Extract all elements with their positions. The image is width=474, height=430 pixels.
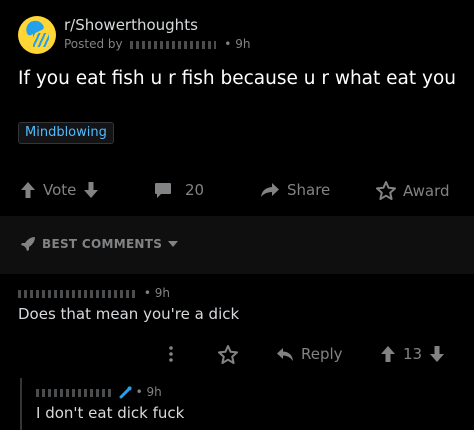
post-title[interactable]: If you eat fish u r fish because u r wha… <box>18 66 458 92</box>
comments-count: 20 <box>185 181 205 199</box>
upvote-icon[interactable] <box>380 345 396 363</box>
upvote-icon[interactable] <box>20 181 36 199</box>
comment-icon <box>155 182 171 198</box>
post-flair[interactable]: Mindblowing <box>18 122 114 144</box>
rocket-icon <box>21 237 35 251</box>
comment-sort-dropdown[interactable]: BEST COMMENTS <box>20 236 179 252</box>
reply-meta: • 9h <box>36 385 162 400</box>
share-label: Share <box>287 181 331 199</box>
reply-body: I don't eat dick fuck <box>36 404 185 422</box>
comment-award-button[interactable] <box>218 345 238 364</box>
post-header: r/Showerthoughts Posted by • 9h <box>18 14 458 56</box>
award-icon <box>376 181 396 200</box>
author-redacted[interactable] <box>130 40 217 49</box>
award-button[interactable]: Award <box>376 181 450 200</box>
downvote-icon[interactable] <box>429 345 445 363</box>
reply-author-redacted[interactable] <box>36 388 112 397</box>
subreddit-name[interactable]: r/Showerthoughts <box>64 16 198 34</box>
more-options-button[interactable] <box>168 345 174 363</box>
award-icon <box>218 345 238 364</box>
reply-label: Reply <box>301 345 343 363</box>
comment-body: Does that mean you're a dick <box>18 305 240 323</box>
posted-by: Posted by • 9h <box>64 37 250 51</box>
subreddit-avatar[interactable] <box>18 16 56 54</box>
thread-line[interactable] <box>20 378 22 430</box>
comment-author-redacted[interactable] <box>18 289 136 298</box>
more-vertical-icon <box>169 346 173 362</box>
post-action-bar: Vote 20 Share Award <box>0 170 474 210</box>
post-age: • 9h <box>224 37 251 51</box>
reply-icon <box>277 347 293 361</box>
reply-age: • 9h <box>135 385 162 399</box>
comments-button[interactable]: 20 <box>154 181 204 199</box>
comment-score: 13 <box>403 345 423 363</box>
posted-by-prefix: Posted by <box>64 37 123 51</box>
wrench-icon <box>119 386 132 398</box>
share-button[interactable]: Share <box>260 181 330 199</box>
reply-button[interactable]: Reply <box>276 345 343 363</box>
comment-age: • 9h <box>143 286 170 300</box>
vote-label: Vote <box>43 181 77 199</box>
downvote-icon[interactable] <box>83 181 99 199</box>
comment-action-bar: Reply 13 <box>0 340 474 370</box>
comment-meta: • 9h <box>18 286 170 300</box>
sort-label: BEST COMMENTS <box>42 237 163 251</box>
award-label: Award <box>403 181 450 200</box>
comment-vote-group: 13 <box>380 345 445 363</box>
share-icon <box>261 183 279 197</box>
chevron-down-icon <box>168 241 179 247</box>
vote-group: Vote <box>20 181 99 199</box>
water-drops-icon <box>33 33 49 47</box>
